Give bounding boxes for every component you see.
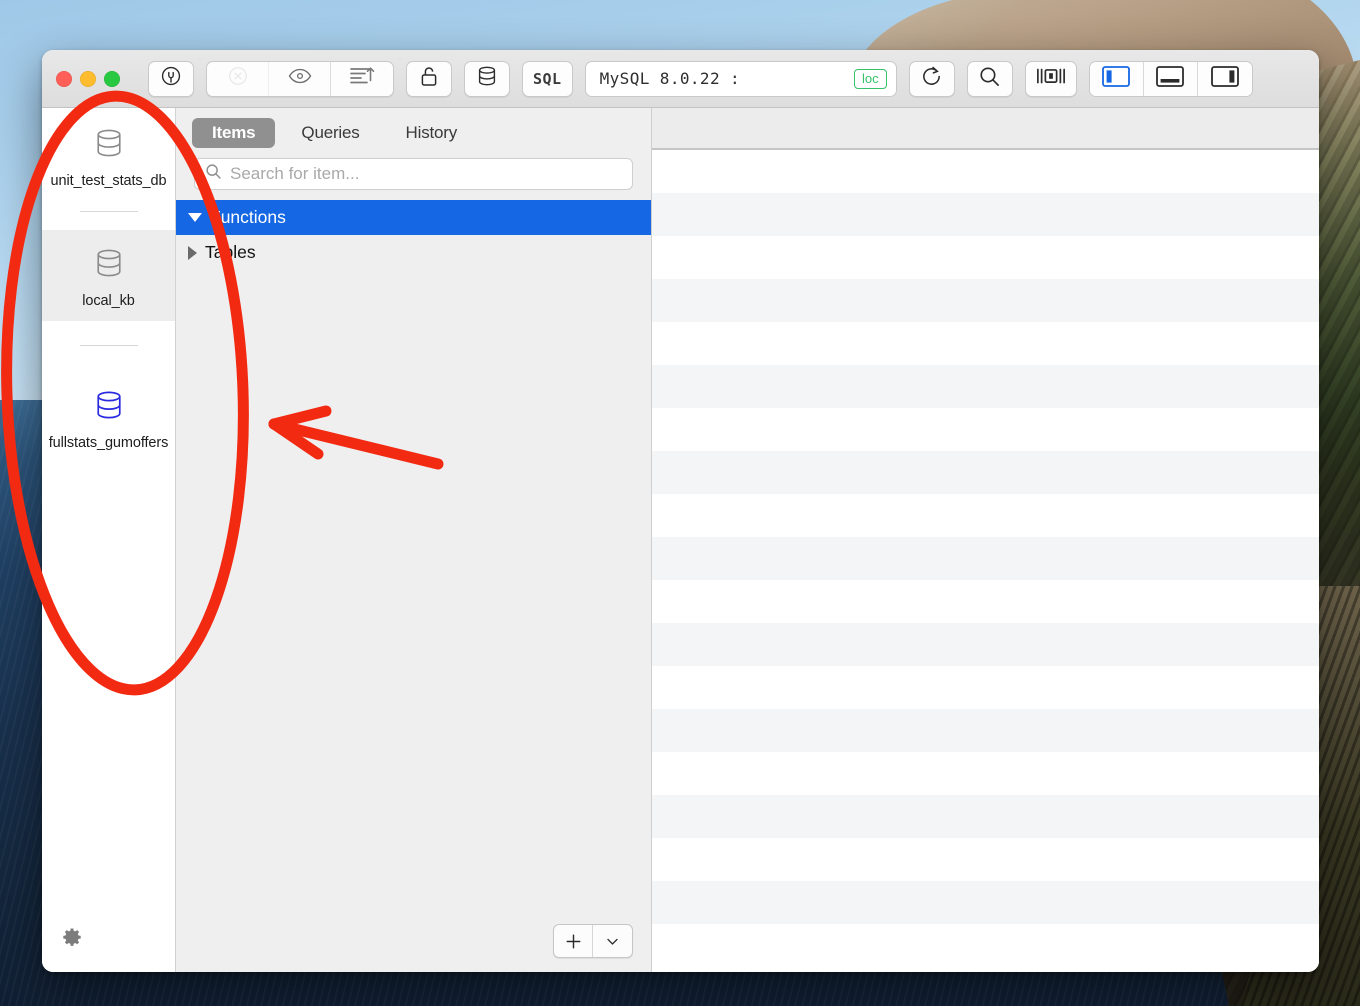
table-row[interactable] <box>652 279 1319 322</box>
items-pane: Items Queries History Search for item...… <box>176 108 652 972</box>
tree-row-label: Functions <box>210 207 286 227</box>
table-row[interactable] <box>652 150 1319 193</box>
table-row[interactable] <box>652 537 1319 580</box>
search-icon <box>978 65 1001 93</box>
add-item-menu-button[interactable] <box>593 925 632 957</box>
sidebar-item-fullstats-gumoffers[interactable]: fullstats_gumoffers <box>42 321 175 463</box>
sort-button[interactable] <box>331 62 393 96</box>
x-circle-icon <box>227 65 249 92</box>
table-row[interactable] <box>652 709 1319 752</box>
results-pane <box>652 108 1319 972</box>
connect-button[interactable] <box>148 60 194 97</box>
maximize-button[interactable] <box>104 70 120 87</box>
sidebar-footer <box>42 910 175 972</box>
list-sort-up-icon <box>349 65 375 92</box>
table-row[interactable] <box>652 451 1319 494</box>
table-row[interactable] <box>652 623 1319 666</box>
panels-icon <box>1036 66 1066 91</box>
eye-icon <box>288 66 312 91</box>
search-container <box>176 158 651 200</box>
sidebar-item-local-kb[interactable]: local_kb <box>42 230 175 321</box>
sql-label: SQL <box>533 69 562 88</box>
chevron-down-icon[interactable] <box>188 213 202 222</box>
table-row[interactable] <box>652 193 1319 236</box>
add-item-group <box>553 924 633 958</box>
panels-button[interactable] <box>1024 60 1077 97</box>
toggle-right-sidebar[interactable] <box>1197 61 1252 96</box>
close-button[interactable] <box>56 70 72 87</box>
window-body: unit_test_stats_db local_kb fullstats_gu… <box>42 108 1319 972</box>
traffic-lights <box>56 70 120 87</box>
results-rows <box>652 150 1319 972</box>
preview-button[interactable] <box>269 61 331 96</box>
connection-version-field[interactable]: MySQL 8.0.22 : loc <box>584 60 897 97</box>
status-badge: loc <box>853 68 887 89</box>
search-button[interactable] <box>966 60 1013 97</box>
sidebar-item-label: local_kb <box>82 293 135 309</box>
database-button[interactable] <box>464 60 510 97</box>
table-row[interactable] <box>652 838 1319 881</box>
search-input[interactable] <box>230 164 622 184</box>
search-icon <box>205 163 222 185</box>
table-row[interactable] <box>652 494 1319 537</box>
tab-items[interactable]: Items <box>192 118 276 148</box>
database-icon <box>48 246 169 280</box>
panel-bottom-icon <box>1156 65 1184 92</box>
version-text: MySQL 8.0.22 : <box>599 69 741 88</box>
sql-button[interactable]: SQL <box>522 60 573 97</box>
item-tree: Functions Tables <box>176 200 651 910</box>
plug-circle-icon <box>160 65 182 92</box>
table-row[interactable] <box>652 666 1319 709</box>
table-row[interactable] <box>652 924 1319 967</box>
table-row[interactable] <box>652 881 1319 924</box>
results-header <box>652 108 1319 150</box>
layout-toggle-group <box>1088 60 1253 97</box>
tab-queries[interactable]: Queries <box>281 118 379 148</box>
sidebar-item-label: unit_test_stats_db <box>50 173 167 189</box>
table-row[interactable] <box>652 236 1319 279</box>
stop-button[interactable] <box>207 61 269 96</box>
sidebar-right-icon <box>1210 65 1239 92</box>
table-row[interactable] <box>652 322 1319 365</box>
app-window: SQL MySQL 8.0.22 : loc unit_test_stats_d… <box>42 50 1319 972</box>
database-sidebar: unit_test_stats_db local_kb fullstats_gu… <box>42 108 176 972</box>
sidebar-left-icon <box>1102 65 1130 92</box>
database-list: unit_test_stats_db local_kb fullstats_gu… <box>42 108 175 910</box>
tree-row-functions[interactable]: Functions <box>176 200 651 235</box>
padlock-icon <box>419 65 439 93</box>
lock-button[interactable] <box>406 60 452 97</box>
window-toolbar: SQL MySQL 8.0.22 : loc <box>42 50 1319 108</box>
toggle-bottom-panel[interactable] <box>1143 61 1198 96</box>
search-box[interactable] <box>194 158 633 190</box>
table-row[interactable] <box>652 365 1319 408</box>
database-icon <box>476 65 498 92</box>
refresh-button[interactable] <box>908 60 955 97</box>
database-icon <box>48 388 169 422</box>
gear-icon[interactable] <box>60 927 84 956</box>
table-row[interactable] <box>652 408 1319 451</box>
tree-row-label: Tables <box>205 242 256 262</box>
chevron-right-icon[interactable] <box>188 245 197 260</box>
sidebar-item-label: fullstats_gumoffers <box>48 435 169 451</box>
refresh-icon <box>920 65 943 93</box>
table-row[interactable] <box>652 580 1319 623</box>
minimize-button[interactable] <box>80 70 96 87</box>
table-row[interactable] <box>652 752 1319 795</box>
tab-bar: Items Queries History <box>176 108 651 158</box>
database-icon <box>48 126 169 160</box>
toggle-left-sidebar[interactable] <box>1089 61 1144 96</box>
add-item-button[interactable] <box>554 925 593 957</box>
tree-row-tables[interactable]: Tables <box>176 235 651 270</box>
divider <box>79 345 138 346</box>
view-actions-group <box>206 60 394 97</box>
sidebar-item-unit-test-stats-db[interactable]: unit_test_stats_db <box>42 110 175 230</box>
divider <box>79 211 138 212</box>
items-footer <box>176 910 651 972</box>
tab-history[interactable]: History <box>386 118 478 148</box>
table-row[interactable] <box>652 795 1319 838</box>
